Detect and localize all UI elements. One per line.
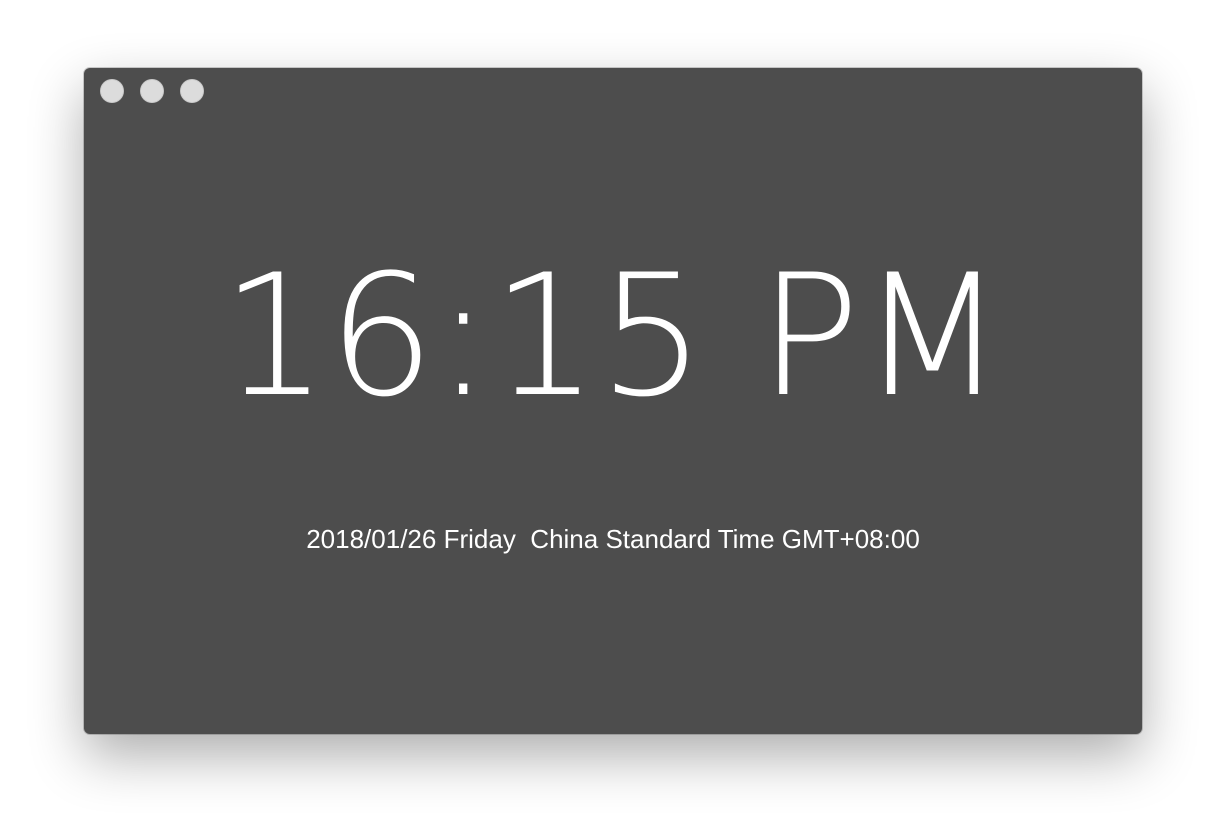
close-button[interactable] (100, 78, 124, 103)
clock-time: 16:15 PM (221, 238, 1005, 434)
weekday-value: Friday (443, 524, 516, 554)
timezone-value: China Standard Time GMT+08:00 (530, 524, 920, 554)
date-timezone-line: 2018/01/26 Friday China Standard Time GM… (84, 523, 1142, 555)
minimize-button[interactable] (140, 78, 164, 103)
clock-window: 16:15 PM 2018/01/26 Friday China Standar… (84, 68, 1142, 734)
date-value: 2018/01/26 (306, 524, 437, 554)
zoom-button[interactable] (180, 78, 204, 103)
window-controls (100, 78, 204, 103)
